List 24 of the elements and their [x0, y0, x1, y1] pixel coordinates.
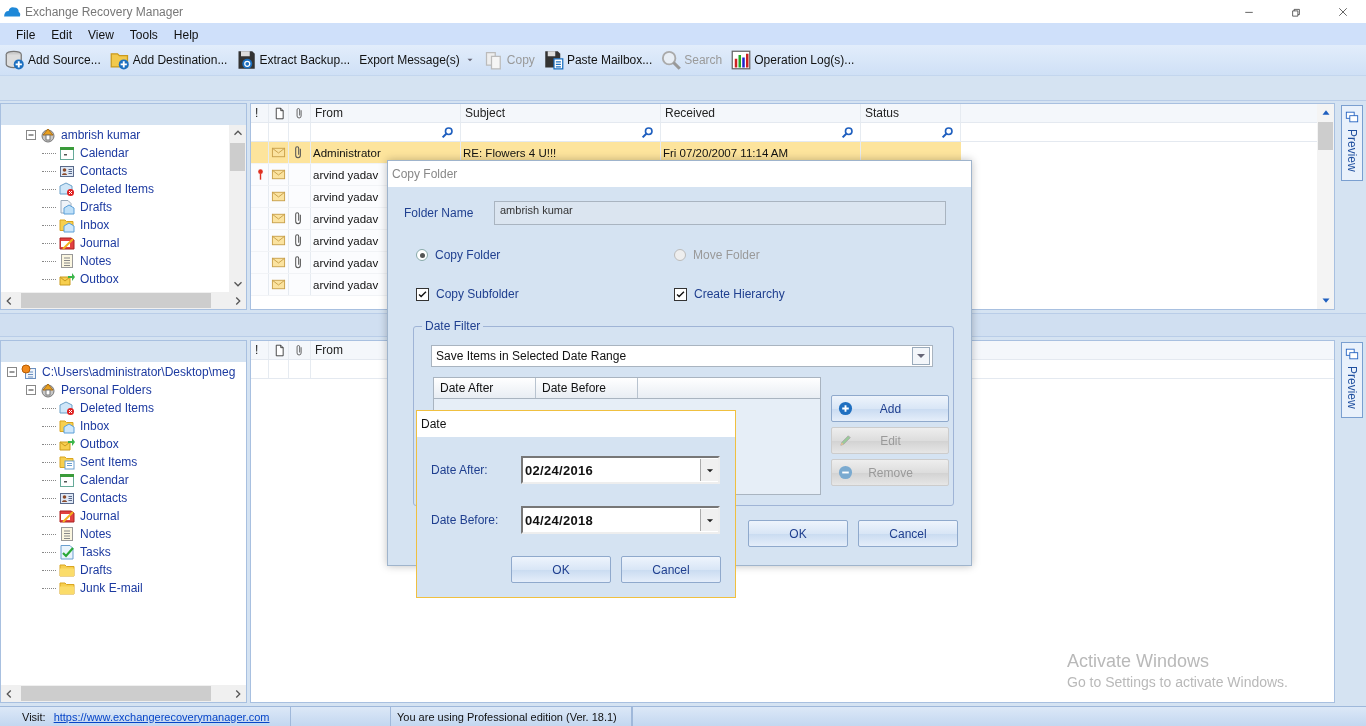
field-label: Date Before:: [431, 513, 500, 527]
table-cell: arvind yadav: [313, 256, 379, 269]
radio-label: Copy Folder: [435, 248, 501, 262]
activation-title: Activate Windows: [1067, 651, 1211, 672]
table-cell: arvind yadav: [313, 278, 379, 291]
table-cell: arvind yadav: [313, 190, 379, 203]
radio-label: Move Folder: [693, 248, 760, 262]
dialog-title: Copy Folder: [388, 161, 971, 187]
table-cell: arvind yadav: [313, 212, 379, 225]
dialog-title: Date: [417, 411, 735, 437]
activation-text: Go to Settings to activate Windows.: [1067, 674, 1288, 690]
table-cell: Administrator: [313, 146, 381, 159]
field-label: Date After:: [431, 463, 489, 477]
table-cell: Fri 07/20/2007 11:14 AM: [663, 146, 789, 159]
field-label: Folder Name: [404, 206, 475, 220]
table-cell: arvind yadav: [313, 234, 379, 247]
checkbox-label: Create Hierarchy: [694, 287, 785, 301]
edition-text: You are using Professional edition (Ver. 18.1): [397, 710, 617, 723]
window-title: Exchange Recovery Manager: [25, 4, 185, 19]
status-label: Visit:: [22, 710, 46, 723]
checkbox-label: Copy Subfolder: [436, 287, 519, 301]
table-cell: RE: Flowers 4 U!!!: [463, 146, 557, 159]
table-cell: arvind yadav: [313, 168, 379, 181]
group-label: Date Filter: [422, 319, 484, 333]
